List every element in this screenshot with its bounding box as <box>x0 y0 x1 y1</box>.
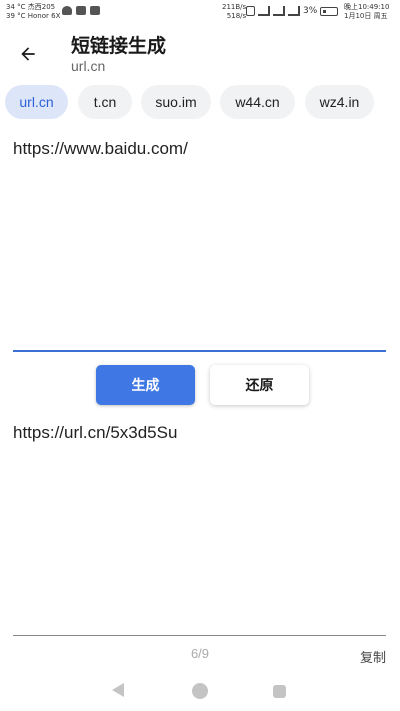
nav-recents-icon[interactable] <box>273 685 286 698</box>
status-clock: 晚上10:49:10 1月10日 周五 <box>344 3 389 21</box>
battery-icon <box>320 6 339 16</box>
signal-icon-2 <box>288 6 300 16</box>
qq-icon <box>90 6 100 15</box>
speed-line-2: 518/s <box>226 12 247 20</box>
chip-url-cn[interactable]: url.cn <box>5 85 68 119</box>
gallery-icon <box>76 6 86 15</box>
page-indicator: 6/9 <box>190 646 210 661</box>
back-button[interactable] <box>14 40 42 68</box>
notification-icons <box>62 6 100 15</box>
network-speed: 211B/s 518/s <box>222 3 246 21</box>
wifi-icon <box>258 6 270 16</box>
nav-back-icon[interactable] <box>112 683 124 697</box>
result-output[interactable]: https://url.cn/5x3d5Su <box>13 422 386 634</box>
chip-w44-cn[interactable]: w44.cn <box>220 85 295 119</box>
signal-icon-1 <box>273 6 285 16</box>
status-weather: 34 °C 杰西205 39 °C Honor 6X <box>6 3 60 21</box>
nav-home-icon[interactable] <box>192 683 208 699</box>
vibrate-icon <box>246 6 255 16</box>
chip-wz4-in[interactable]: wz4.in <box>305 85 374 119</box>
chip-t-cn[interactable]: t.cn <box>78 85 132 119</box>
generate-button[interactable]: 生成 <box>96 365 195 405</box>
result-divider <box>13 635 386 636</box>
health-icon <box>62 6 72 15</box>
copy-button[interactable]: 复制 <box>360 647 386 666</box>
arrow-left-icon <box>21 47 35 61</box>
page-title: 短链接生成 <box>71 35 167 57</box>
battery-percent: 3% <box>303 6 318 16</box>
speed-line-1: 211B/s <box>222 3 247 11</box>
status-date: 1月10日 周五 <box>344 12 388 20</box>
status-time: 晚上10:49:10 <box>344 3 390 11</box>
status-line-2: 39 °C Honor 6X <box>6 12 61 20</box>
system-icons: 3% <box>246 6 339 16</box>
page-subtitle: url.cn <box>71 58 106 74</box>
url-input[interactable]: https://www.baidu.com/ <box>13 134 386 352</box>
chip-suo-im[interactable]: suo.im <box>141 85 211 119</box>
restore-button[interactable]: 还原 <box>210 365 309 405</box>
status-bar: 34 °C 杰西205 39 °C Honor 6X 211B/s 518/s … <box>0 0 400 24</box>
status-line-1: 34 °C 杰西205 <box>6 3 56 11</box>
service-chips: url.cn t.cn suo.im w44.cn wz4.in <box>0 85 400 119</box>
